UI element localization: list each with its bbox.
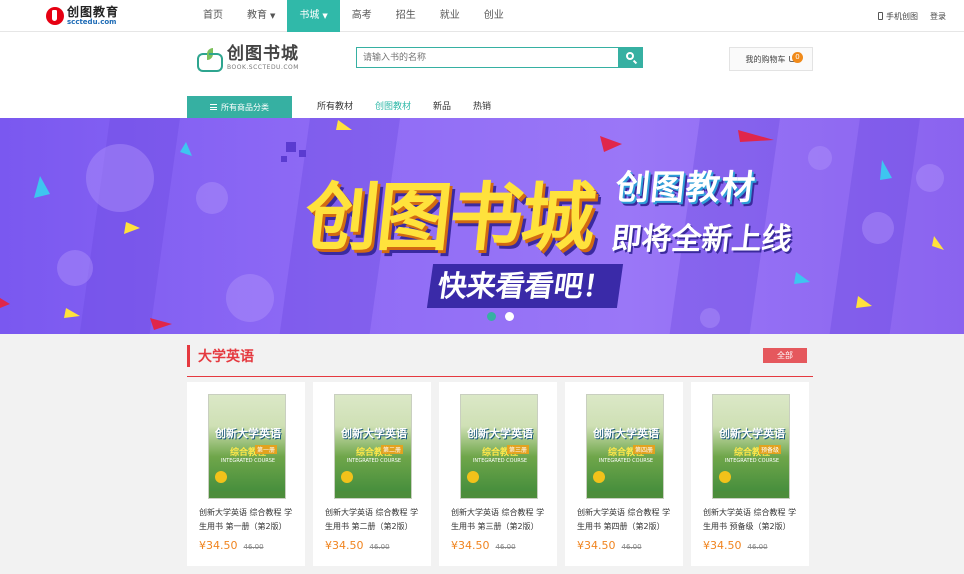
cart-count-badge: 0 bbox=[792, 52, 803, 63]
logo-domain: scctedu.com bbox=[67, 18, 117, 26]
search-button[interactable] bbox=[618, 47, 643, 68]
top-right-links: 手机创图 登录 bbox=[878, 0, 946, 32]
original-price: 46.00 bbox=[747, 543, 768, 551]
login-link[interactable]: 登录 bbox=[930, 11, 946, 22]
nav-item-startup[interactable]: 创业 bbox=[472, 0, 516, 32]
original-price: 46.00 bbox=[495, 543, 516, 551]
sub-nav: 所有教材 创图教材 新品 热销 bbox=[306, 96, 502, 118]
view-all-button[interactable]: 全部 bbox=[763, 348, 807, 363]
book-list: 创新大学英语 综合教程 第一册 INTEGRATED COURSE 创新大学英语… bbox=[187, 382, 827, 566]
original-price: 46.00 bbox=[243, 543, 264, 551]
banner-subtitle-2: 即将全新上线 bbox=[609, 222, 794, 257]
nav-item-gaokao[interactable]: 高考 bbox=[340, 0, 384, 32]
book-card[interactable]: 创新大学英语 综合教程 预备级 INTEGRATED COURSE 创新大学英语… bbox=[691, 382, 809, 566]
chevron-down-icon: ▼ bbox=[322, 12, 328, 20]
section-accent-bar bbox=[187, 345, 190, 367]
sub-nav-all-textbooks[interactable]: 所有教材 bbox=[306, 96, 364, 118]
book-cover[interactable]: 创新大学英语 综合教程 第四册 INTEGRATED COURSE bbox=[586, 394, 664, 499]
nav-item-home[interactable]: 首页 bbox=[191, 0, 235, 32]
shop-header: 创图书城 BOOK.SCCTEDU.COM 我的购物车 0 所有商品分类 所有教… bbox=[0, 32, 964, 118]
bookstore-domain: BOOK.SCCTEDU.COM bbox=[227, 64, 299, 71]
original-price: 46.00 bbox=[621, 543, 642, 551]
chevron-down-icon: ▼ bbox=[270, 12, 276, 20]
nav-item-employment[interactable]: 就业 bbox=[428, 0, 472, 32]
section-title: 大学英语 bbox=[198, 349, 254, 365]
banner-title: 创图书城 bbox=[300, 175, 598, 261]
book-cover[interactable]: 创新大学英语 综合教程 第一册 INTEGRATED COURSE bbox=[208, 394, 286, 499]
top-navigation-bar: 创图教育 scctedu.com 首页 教育 ▼ 书城 ▼ 高考 招生 就业 创业 … bbox=[0, 0, 964, 32]
section-header: 大学英语 全部 bbox=[187, 345, 813, 377]
open-book-icon bbox=[196, 47, 224, 72]
search-input[interactable] bbox=[356, 47, 618, 68]
site-logo[interactable]: 创图教育 scctedu.com bbox=[46, 6, 119, 26]
bookstore-logo[interactable]: 创图书城 BOOK.SCCTEDU.COM bbox=[196, 44, 299, 72]
book-cover[interactable]: 创新大学英语 综合教程 第二册 INTEGRATED COURSE bbox=[334, 394, 412, 499]
cart-label: 我的购物车 bbox=[745, 54, 786, 64]
carousel-dots bbox=[487, 312, 514, 321]
book-price: ¥34.50 46.00 bbox=[325, 539, 390, 552]
promo-banner[interactable]: 创图书城 创图教材 即将全新上线 快来看看吧！ bbox=[0, 118, 964, 334]
bookstore-title: 创图书城 bbox=[227, 44, 299, 64]
sub-nav-hot[interactable]: 热销 bbox=[462, 96, 502, 118]
book-card[interactable]: 创新大学英语 综合教程 第三册 INTEGRATED COURSE 创新大学英语… bbox=[439, 382, 557, 566]
nav-item-bookstore[interactable]: 书城 ▼ bbox=[287, 0, 340, 32]
book-price: ¥34.50 46.00 bbox=[199, 539, 264, 552]
menu-icon bbox=[210, 104, 217, 110]
sub-nav-chuangtu-textbooks[interactable]: 创图教材 bbox=[364, 96, 422, 118]
carousel-dot[interactable] bbox=[505, 312, 514, 321]
carousel-dot-active[interactable] bbox=[487, 312, 496, 321]
book-title[interactable]: 创新大学英语 综合教程 学生用书 第一册（第2版） bbox=[199, 506, 299, 534]
original-price: 46.00 bbox=[369, 543, 390, 551]
search-bar bbox=[356, 47, 643, 68]
nav-item-education[interactable]: 教育 ▼ bbox=[235, 0, 287, 32]
book-title[interactable]: 创新大学英语 综合教程 学生用书 预备级（第2版） bbox=[703, 506, 803, 534]
nav-item-admissions[interactable]: 招生 bbox=[384, 0, 428, 32]
banner-cta-text: 快来看看吧！ bbox=[426, 264, 624, 308]
book-cover[interactable]: 创新大学英语 综合教程 预备级 INTEGRATED COURSE bbox=[712, 394, 790, 499]
book-price: ¥34.50 46.00 bbox=[577, 539, 642, 552]
book-price: ¥34.50 46.00 bbox=[703, 539, 768, 552]
logo-title: 创图教育 bbox=[67, 5, 120, 19]
book-card[interactable]: 创新大学英语 综合教程 第四册 INTEGRATED COURSE 创新大学英语… bbox=[565, 382, 683, 566]
logo-mark-icon bbox=[46, 7, 64, 25]
all-categories-button[interactable]: 所有商品分类 bbox=[187, 96, 292, 118]
book-price: ¥34.50 46.00 bbox=[451, 539, 516, 552]
main-nav: 首页 教育 ▼ 书城 ▼ 高考 招生 就业 创业 bbox=[191, 0, 516, 32]
book-title[interactable]: 创新大学英语 综合教程 学生用书 第二册（第2版） bbox=[325, 506, 425, 534]
banner-subtitle: 创图教材 bbox=[613, 168, 758, 208]
book-card[interactable]: 创新大学英语 综合教程 第一册 INTEGRATED COURSE 创新大学英语… bbox=[187, 382, 305, 566]
cart-button[interactable]: 我的购物车 0 bbox=[729, 47, 813, 71]
sub-nav-new[interactable]: 新品 bbox=[422, 96, 462, 118]
book-title[interactable]: 创新大学英语 综合教程 学生用书 第三册（第2版） bbox=[451, 506, 551, 534]
book-cover[interactable]: 创新大学英语 综合教程 第三册 INTEGRATED COURSE bbox=[460, 394, 538, 499]
search-icon bbox=[626, 52, 634, 60]
book-card[interactable]: 创新大学英语 综合教程 第二册 INTEGRATED COURSE 创新大学英语… bbox=[313, 382, 431, 566]
book-title[interactable]: 创新大学英语 综合教程 学生用书 第四册（第2版） bbox=[577, 506, 677, 534]
phone-icon bbox=[878, 11, 883, 20]
mobile-link[interactable]: 手机创图 bbox=[878, 11, 918, 22]
